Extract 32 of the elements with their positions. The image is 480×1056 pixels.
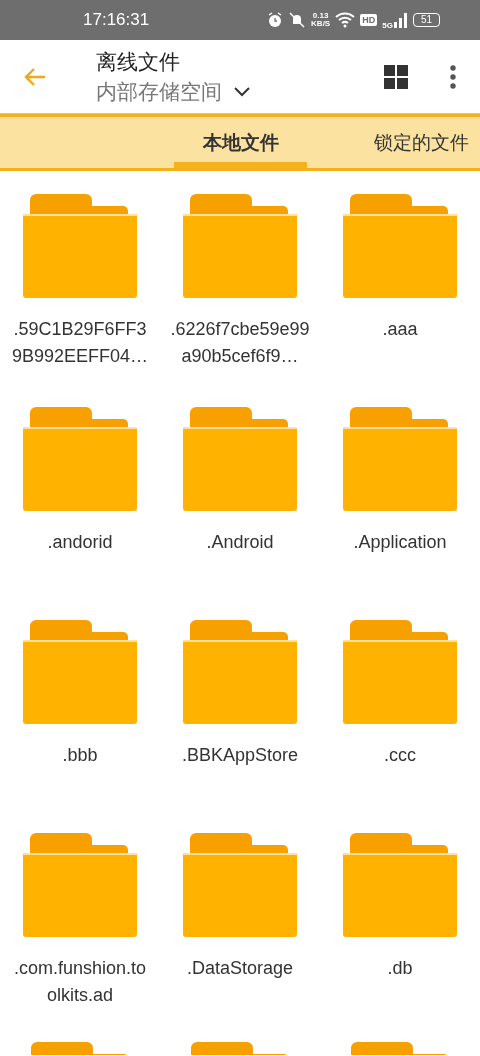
folder-name: .ccc <box>383 744 417 767</box>
alarm-clock-icon <box>267 12 284 28</box>
folder-name: .aaa <box>381 318 419 341</box>
tab[interactable]: 本地文件 <box>174 117 307 168</box>
folder-name: .DataStorage <box>185 957 295 980</box>
storage-selector[interactable]: 内部存储空间 <box>96 77 222 106</box>
folder-name: .andorid <box>46 531 114 554</box>
chevron-down-icon[interactable] <box>234 86 250 97</box>
folder-name: .Android <box>205 531 275 554</box>
folder-name: .bbb <box>61 744 99 767</box>
wifi-icon <box>335 12 356 28</box>
folder-name: .59C1B29F6FF39B992EEFF04… <box>10 318 150 368</box>
speed-value: 0.13 <box>312 12 329 20</box>
folder-name: .6226f7cbe59e99a90b5cef6f9… <box>169 318 311 368</box>
folder-icon <box>191 1042 289 1055</box>
folder-icon <box>351 1042 449 1055</box>
speed-unit: KB/S <box>311 20 331 28</box>
more-options-icon[interactable] <box>450 64 456 89</box>
folder-name: .db <box>386 957 414 980</box>
hd-badge: HD <box>360 14 378 26</box>
grid-view-icon[interactable] <box>384 64 408 89</box>
page-title: 离线文件 <box>96 48 181 75</box>
muted-bell-icon <box>288 12 307 28</box>
tab[interactable]: 锁定的文件 <box>374 117 469 168</box>
network-type: 5G <box>382 20 393 30</box>
folder-name: .BBKAppStore <box>180 744 300 767</box>
signal-icon <box>393 12 408 28</box>
folder-icon <box>31 1042 129 1055</box>
folder-name: .com.funshion.toolkits.ad <box>12 957 148 1007</box>
folder-name: .Application <box>352 531 448 554</box>
battery-level: 51 <box>412 13 440 27</box>
clock-time: 17:16:31 <box>83 10 150 30</box>
